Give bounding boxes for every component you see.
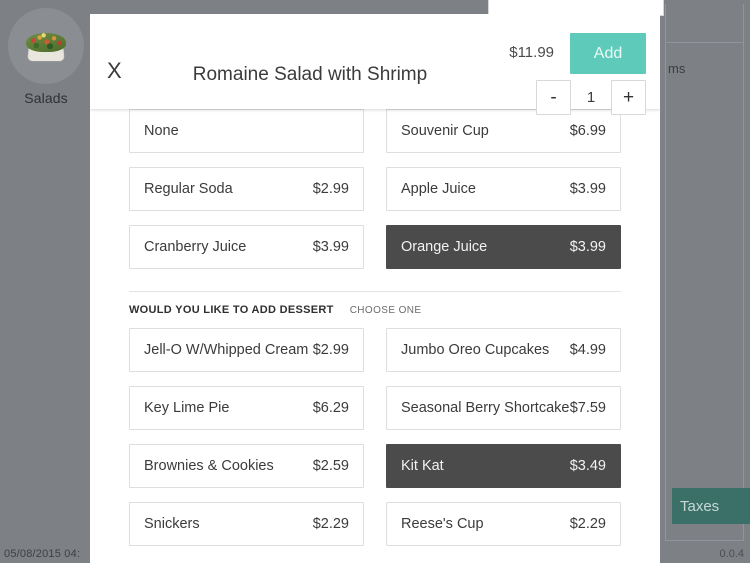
option-name: Seasonal Berry Shortcake <box>401 400 570 416</box>
order-column-title: ms <box>668 61 686 76</box>
option-name: Jumbo Oreo Cupcakes <box>401 342 550 358</box>
add-button[interactable]: Add <box>570 33 646 74</box>
option-price: $7.59 <box>569 400 606 416</box>
quantity-decrement-button[interactable]: - <box>536 80 571 115</box>
option-grid-drinks: None Souvenir Cup $6.99 Regular Soda $2.99 Ap… <box>129 109 621 269</box>
option-row[interactable]: Souvenir Cup $6.99 <box>386 109 621 153</box>
option-price: $2.99 <box>312 181 349 197</box>
option-name: Snickers <box>144 516 200 532</box>
modal-header: X Romaine Salad with Shrimp $11.99 Add -… <box>90 14 660 115</box>
option-price: $4.99 <box>569 342 606 358</box>
option-row[interactable]: Jumbo Oreo Cupcakes $4.99 <box>386 328 621 372</box>
section-header-dessert: WOULD YOU LIKE TO ADD DESSERT CHOOSE ONE <box>129 292 621 328</box>
section-hint: CHOOSE ONE <box>349 305 422 316</box>
option-row[interactable]: Orange Juice $3.99 <box>386 225 621 269</box>
category-label: Salads <box>24 90 68 106</box>
status-datetime: 05/08/2015 04: <box>4 548 81 560</box>
order-panel-header <box>666 4 743 43</box>
option-row[interactable]: Regular Soda $2.99 <box>129 167 364 211</box>
option-row[interactable]: Seasonal Berry Shortcake $7.59 <box>386 386 621 430</box>
section-title: WOULD YOU LIKE TO ADD DESSERT <box>129 304 334 316</box>
option-row[interactable]: Reese's Cup $2.29 <box>386 502 621 546</box>
option-row[interactable]: Kit Kat $3.49 <box>386 444 621 488</box>
option-name: Brownies & Cookies <box>144 458 274 474</box>
option-name: Reese's Cup <box>401 516 484 532</box>
category-image <box>8 8 84 84</box>
item-options-modal: X Romaine Salad with Shrimp $11.99 Add -… <box>90 14 660 563</box>
option-price: $6.29 <box>312 400 349 416</box>
option-price: $2.29 <box>569 516 606 532</box>
option-name: Regular Soda <box>144 181 233 197</box>
option-name: Cranberry Juice <box>144 239 247 255</box>
order-panel: ms Taxes <box>665 4 750 541</box>
option-row[interactable]: Brownies & Cookies $2.59 <box>129 444 364 488</box>
taxes-button[interactable]: Taxes <box>672 488 750 524</box>
option-price: $3.49 <box>569 458 606 474</box>
option-row[interactable]: Key Lime Pie $6.29 <box>129 386 364 430</box>
option-name: Jell-O W/Whipped Cream <box>144 342 309 358</box>
option-row[interactable]: Cranberry Juice $3.99 <box>129 225 364 269</box>
quantity-increment-button[interactable]: + <box>611 80 646 115</box>
option-price: $3.99 <box>569 181 606 197</box>
option-grid-dessert: Jell-O W/Whipped Cream $2.99 Jumbo Oreo Cu… <box>129 328 621 546</box>
quantity-value: 1 <box>586 89 596 106</box>
option-row[interactable]: Snickers $2.29 <box>129 502 364 546</box>
option-price: $6.99 <box>569 123 606 139</box>
quantity-stepper: - 1 + <box>536 80 646 115</box>
option-price: $3.99 <box>312 239 349 255</box>
option-price: $3.99 <box>569 239 606 255</box>
option-name: Apple Juice <box>401 181 476 197</box>
modal-options-scroll-area[interactable]: None Souvenir Cup $6.99 Regular Soda $2.99 Ap… <box>90 109 660 563</box>
item-price: $11.99 <box>509 44 554 61</box>
status-version: 0.0.4 <box>719 548 744 560</box>
option-price: $2.29 <box>312 516 349 532</box>
option-price: $2.99 <box>312 342 349 358</box>
option-price: $2.59 <box>312 458 349 474</box>
option-name: Kit Kat <box>401 458 444 474</box>
option-name: Souvenir Cup <box>401 123 489 139</box>
option-row[interactable]: None <box>129 109 364 153</box>
category-tile-salads[interactable]: Salads <box>8 8 84 106</box>
option-name: Orange Juice <box>401 239 488 255</box>
salad-bowl-icon <box>24 31 68 62</box>
option-name: Key Lime Pie <box>144 400 230 416</box>
option-row[interactable]: Jell-O W/Whipped Cream $2.99 <box>129 328 364 372</box>
option-row[interactable]: Apple Juice $3.99 <box>386 167 621 211</box>
option-name: None <box>144 123 179 139</box>
